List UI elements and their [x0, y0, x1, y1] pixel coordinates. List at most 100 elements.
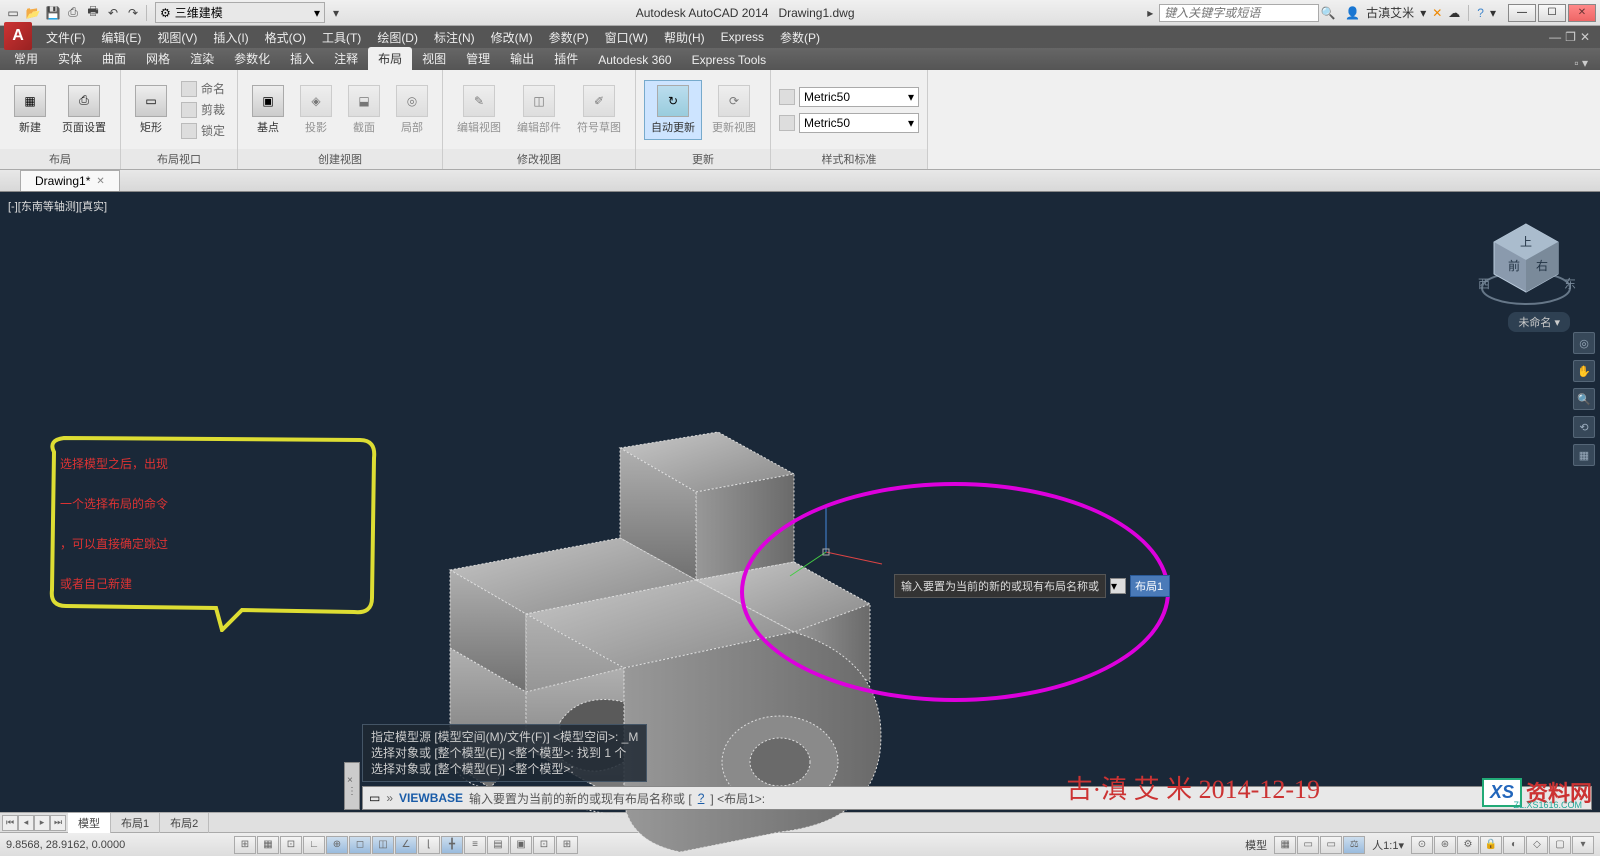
view-badge[interactable]: 未命名 ▾ — [1508, 312, 1570, 332]
orbit-icon[interactable]: ⟲ — [1573, 416, 1595, 438]
symbol-sketch-button[interactable]: ✐符号草图 — [571, 81, 627, 139]
qat-new-icon[interactable]: ▭ — [4, 4, 22, 22]
steering-wheel-icon[interactable]: ◎ — [1573, 332, 1595, 354]
chevron-down-icon[interactable]: ▾ — [1490, 6, 1496, 20]
sb-lock-icon[interactable]: 🔒 — [1480, 836, 1502, 854]
sb-annovisible-icon[interactable]: ⊙ — [1411, 836, 1433, 854]
sb-annoscale-icon[interactable]: ⚖ — [1343, 836, 1365, 854]
qat-print-icon[interactable]: 🖶 — [84, 4, 102, 22]
tab-insert[interactable]: 插入 — [280, 47, 324, 70]
sb-ws-icon[interactable]: ⚙ — [1457, 836, 1479, 854]
pan-icon[interactable]: ✋ — [1573, 360, 1595, 382]
command-line[interactable]: ▭ » VIEWBASE 输入要置为当前的新的或现有布局名称或 [?] <布局1… — [362, 786, 1592, 810]
lock-viewport-button[interactable]: 锁定 — [177, 121, 229, 140]
cmd-link[interactable]: ? — [698, 791, 705, 805]
tab-solid[interactable]: 实体 — [48, 47, 92, 70]
page-setup-button[interactable]: ⎙页面设置 — [56, 81, 112, 139]
prev-tab-icon[interactable]: ◂ — [18, 815, 34, 831]
sb-model-label[interactable]: 模型 — [1239, 837, 1273, 853]
qat-open-icon[interactable]: 📂 — [24, 4, 42, 22]
dynamic-options-icon[interactable]: ▾ — [1110, 578, 1126, 594]
menu-insert[interactable]: 插入(I) — [205, 27, 256, 48]
cloud-icon[interactable]: ☁ — [1448, 6, 1460, 20]
section-view-button[interactable]: ⬓截面 — [342, 81, 386, 139]
sb-scale-label[interactable]: 人1:1▾ — [1366, 837, 1410, 853]
qat-more-icon[interactable]: ▾ — [327, 4, 345, 22]
menu-modify[interactable]: 修改(M) — [483, 27, 541, 48]
menu-express[interactable]: Express — [713, 28, 772, 46]
edit-view-button[interactable]: ✎编辑视图 — [451, 81, 507, 139]
menu-file[interactable]: 文件(F) — [38, 27, 93, 48]
sb-menu-icon[interactable]: ▾ — [1572, 836, 1594, 854]
last-tab-icon[interactable]: ⏭ — [50, 815, 66, 831]
edit-component-button[interactable]: ◫编辑部件 — [511, 81, 567, 139]
viewport[interactable]: [-][东南等轴测][真实] 选择模型之后，出现 一个选择布局的命令 ，可以直接… — [0, 192, 1600, 812]
sb-hw-icon[interactable]: ◐ — [1503, 836, 1525, 854]
projected-view-button[interactable]: ◈投影 — [294, 81, 338, 139]
close-button[interactable]: ✕ — [1568, 4, 1596, 22]
workspace-dropdown[interactable]: ⚙ 三维建模 ▾ — [155, 2, 325, 23]
search-input[interactable] — [1159, 4, 1319, 22]
chevron-down-icon[interactable]: ▾ — [1420, 6, 1426, 20]
sb-grid-icon[interactable]: ⊡ — [280, 836, 302, 854]
menu-format[interactable]: 格式(O) — [257, 27, 314, 48]
tab-express-tools[interactable]: Express Tools — [682, 50, 776, 70]
tab-parametric[interactable]: 参数化 — [224, 47, 280, 70]
style-dropdown-1[interactable]: Metric50▾ — [799, 87, 919, 107]
tab-view[interactable]: 视图 — [412, 47, 456, 70]
menu-window[interactable]: 窗口(W) — [597, 27, 656, 48]
detail-view-button[interactable]: ◎局部 — [390, 81, 434, 139]
maximize-button[interactable]: ☐ — [1538, 4, 1566, 22]
layout-tab-model[interactable]: 模型 — [68, 813, 111, 833]
tab-annotate[interactable]: 注释 — [324, 47, 368, 70]
sb-grid2-icon[interactable]: ▦ — [1274, 836, 1296, 854]
sb-qv2-icon[interactable]: ▭ — [1320, 836, 1342, 854]
viewcube[interactable]: 前 右 上 西 东 — [1476, 216, 1576, 316]
tab-plugins[interactable]: 插件 — [544, 47, 588, 70]
layout-tab-2[interactable]: 布局2 — [160, 813, 209, 833]
qat-saveas-icon[interactable]: ⎙ — [64, 4, 82, 22]
style2-icon[interactable] — [779, 115, 795, 131]
auto-update-button[interactable]: ↻自动更新 — [644, 80, 702, 140]
first-tab-icon[interactable]: ⏮ — [2, 815, 18, 831]
sb-osnap-icon[interactable]: ◻ — [349, 836, 371, 854]
sb-snap-icon[interactable]: ▦ — [257, 836, 279, 854]
app-logo[interactable]: A — [4, 22, 32, 50]
showmotion-icon[interactable]: ▦ — [1573, 444, 1595, 466]
rect-viewport-button[interactable]: ▭矩形 — [129, 81, 173, 139]
menu-view[interactable]: 视图(V) — [149, 27, 205, 48]
named-viewport-button[interactable]: 命名 — [177, 79, 229, 98]
menu-edit[interactable]: 编辑(E) — [93, 27, 149, 48]
menu-dim[interactable]: 标注(N) — [426, 27, 483, 48]
doc-minimize-icon[interactable]: — — [1549, 30, 1561, 44]
qat-undo-icon[interactable]: ↶ — [104, 4, 122, 22]
update-view-button[interactable]: ⟳更新视图 — [706, 81, 762, 139]
menu-draw[interactable]: 绘图(D) — [369, 27, 426, 48]
new-layout-button[interactable]: ▦新建 — [8, 81, 52, 139]
command-handle[interactable]: ×⋮ — [344, 762, 360, 810]
sb-clean-icon[interactable]: ▢ — [1549, 836, 1571, 854]
tab-output[interactable]: 输出 — [500, 47, 544, 70]
menu-tools[interactable]: 工具(T) — [314, 27, 369, 48]
search-icon[interactable]: 🔍 — [1319, 4, 1337, 22]
qat-redo-icon[interactable]: ↷ — [124, 4, 142, 22]
tab-mesh[interactable]: 网格 — [136, 47, 180, 70]
doc-tab[interactable]: Drawing1* ✕ — [20, 170, 120, 191]
qat-save-icon[interactable]: 💾 — [44, 4, 62, 22]
dynamic-value-input[interactable]: 布局1 — [1130, 575, 1170, 597]
doc-close-icon[interactable]: ✕ — [1580, 30, 1590, 44]
tab-home[interactable]: 常用 — [4, 47, 48, 70]
menu-help[interactable]: 帮助(H) — [656, 27, 713, 48]
menu-param[interactable]: 参数(P) — [541, 27, 597, 48]
style-dropdown-2[interactable]: Metric50▾ — [799, 113, 919, 133]
sb-annoauto-icon[interactable]: ⊛ — [1434, 836, 1456, 854]
help-arrow-icon[interactable]: ▸ — [1141, 4, 1159, 22]
minimize-button[interactable]: — — [1508, 4, 1536, 22]
style1-icon[interactable] — [779, 89, 795, 105]
sign-in-icon[interactable]: 👤 — [1345, 6, 1360, 20]
tab-autodesk360[interactable]: Autodesk 360 — [588, 50, 681, 70]
zoom-icon[interactable]: 🔍 — [1573, 388, 1595, 410]
layout-tab-1[interactable]: 布局1 — [111, 813, 160, 833]
help-icon[interactable]: ? — [1477, 6, 1484, 20]
tab-layout[interactable]: 布局 — [368, 47, 412, 70]
